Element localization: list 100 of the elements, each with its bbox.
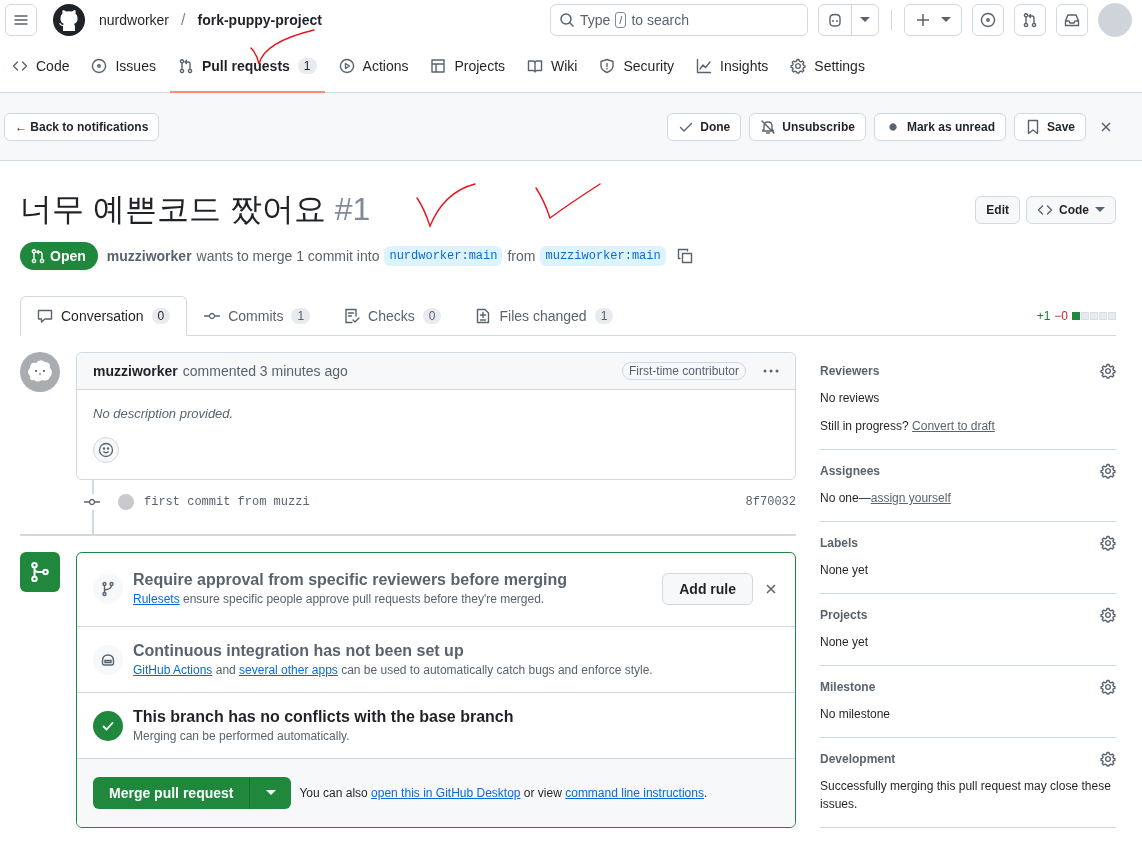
inbox-button[interactable] xyxy=(1056,4,1088,36)
repo-tab[interactable]: Code xyxy=(4,40,78,93)
merge-check-title: Continuous integration has not been set up xyxy=(133,642,465,660)
issue-icon xyxy=(91,57,108,74)
merge-summary: wants to merge 1 commit into xyxy=(196,248,380,264)
gear-icon xyxy=(1100,463,1116,479)
repo-tab[interactable]: Security xyxy=(591,40,683,93)
count-badge: 1 xyxy=(297,57,317,74)
menu-button[interactable] xyxy=(5,4,37,36)
notification-action-button[interactable]: Mark as unread xyxy=(873,112,1006,141)
text-link[interactable]: several other apps xyxy=(239,663,338,677)
author-link[interactable]: muzziworker xyxy=(106,248,192,264)
sidebar-heading[interactable]: Milestone xyxy=(820,680,876,694)
sidebar-text: Still in progress? Convert to draft xyxy=(820,418,996,435)
merge-status-icon xyxy=(20,552,60,592)
copilot-icon xyxy=(827,12,843,28)
pull-requests-button[interactable] xyxy=(1014,4,1046,36)
branch-label[interactable]: muzziworker:main xyxy=(540,246,666,266)
count-badge: 1 xyxy=(594,308,614,324)
sidebar-heading[interactable]: Reviewers xyxy=(820,364,880,378)
checklist-icon xyxy=(344,308,361,324)
reaction-button[interactable] xyxy=(93,437,119,463)
back-button[interactable]: ← Back to notifications xyxy=(4,112,160,141)
merge-summary: from xyxy=(507,248,536,264)
pull-request-icon xyxy=(30,248,46,264)
merge-pull-request-button[interactable]: Merge pull request xyxy=(93,777,250,809)
repo-tab[interactable]: Wiki xyxy=(519,40,586,93)
search-icon xyxy=(559,12,575,28)
sidebar-heading[interactable]: Labels xyxy=(820,536,858,550)
repo-tab[interactable]: Issues xyxy=(83,40,164,93)
merge-check-title: This branch has no conflicts with the base branch xyxy=(133,708,515,726)
branch-label[interactable]: nurdworker:main xyxy=(384,246,503,266)
sidebar-text: Successfully merging this pull request may close these issues. xyxy=(820,778,1112,813)
octocat-logo-icon[interactable] xyxy=(53,4,85,36)
pull-request-tab[interactable]: Commits 1 xyxy=(187,296,328,336)
merge-check-description: Rulesets ensure specific people approve pull requests before they're merged. xyxy=(133,592,546,606)
commit-message[interactable]: first commit from muzzi xyxy=(144,495,310,509)
pull-request-tab[interactable]: Checks 0 xyxy=(327,296,459,336)
success-icon xyxy=(93,710,123,741)
edit-button[interactable]: Edit xyxy=(975,196,1020,224)
menu-icon xyxy=(13,12,29,28)
robot-icon xyxy=(93,644,123,675)
repo-tab[interactable]: Insights xyxy=(688,40,777,93)
search-hint: Type xyxy=(580,12,611,28)
search-field[interactable]: Type / to search xyxy=(550,4,808,36)
commit-sha[interactable]: 8f70032 xyxy=(745,495,796,509)
pull-request-tab[interactable]: Files changed 1 xyxy=(458,296,631,336)
merge-options-button[interactable] xyxy=(249,777,292,809)
text-link[interactable]: Convert to draft xyxy=(912,419,995,433)
sidebar-heading[interactable]: Development xyxy=(820,752,896,766)
repo-tab[interactable]: Settings xyxy=(782,40,873,93)
sidebar-heading[interactable]: Projects xyxy=(820,608,868,622)
open-state-badge: Open xyxy=(20,242,98,270)
repo-tab[interactable]: Actions xyxy=(330,40,417,93)
shortcut-key: / xyxy=(615,12,627,28)
caret-icon xyxy=(265,790,276,796)
gear-icon xyxy=(1100,535,1116,551)
notification-action-button[interactable]: Save xyxy=(1013,112,1086,141)
add-rule-button[interactable]: Add rule xyxy=(662,572,753,605)
count-badge: 1 xyxy=(291,308,311,324)
play-icon xyxy=(338,57,355,74)
book-icon xyxy=(527,57,544,74)
issue-icon xyxy=(980,12,996,28)
comment-body: No description provided. xyxy=(93,406,235,421)
plus-icon xyxy=(915,12,931,28)
create-new-button[interactable] xyxy=(904,4,962,36)
notification-action-button[interactable]: Done xyxy=(667,112,742,141)
copilot-button[interactable] xyxy=(818,4,879,36)
text-link[interactable]: open this in GitHub Desktop xyxy=(371,786,521,800)
repository-link[interactable]: fork-puppy-project xyxy=(197,12,322,28)
notification-action-button[interactable]: Unsubscribe xyxy=(749,112,866,141)
shield-icon xyxy=(599,57,616,74)
repo-tab[interactable]: Projects xyxy=(422,40,514,93)
sidebar-text: No one—assign yourself xyxy=(820,490,952,507)
more-options-icon[interactable] xyxy=(763,369,779,373)
pull-request-tab[interactable]: Conversation 0 xyxy=(20,296,188,336)
bell-off-icon xyxy=(760,118,777,135)
text-link[interactable]: assign yourself xyxy=(870,491,951,505)
sidebar-text: None yet xyxy=(820,634,870,651)
additions-count: +1 xyxy=(1036,308,1051,323)
inbox-icon xyxy=(1064,12,1080,28)
copy-icon[interactable] xyxy=(676,248,693,264)
deletions-count: −0 xyxy=(1054,308,1068,323)
text-link[interactable]: command line instructions xyxy=(565,786,704,800)
comment-icon xyxy=(37,308,53,324)
path-separator: / xyxy=(181,11,186,29)
caret-icon xyxy=(1095,207,1105,213)
count-badge: 0 xyxy=(151,308,171,324)
issues-button[interactable] xyxy=(972,4,1004,36)
code-button[interactable]: Code xyxy=(1026,196,1116,224)
comment-author[interactable]: muzziworker xyxy=(93,363,178,379)
sidebar-heading[interactable]: Assignees xyxy=(820,464,881,478)
text-link[interactable]: Rulesets xyxy=(133,592,180,606)
gear-icon xyxy=(1100,607,1116,623)
file-diff-icon xyxy=(475,308,492,324)
merge-check-description: Merging can be performed automatically. xyxy=(133,729,351,743)
code-icon xyxy=(1037,202,1053,218)
text-link[interactable]: GitHub Actions xyxy=(133,663,213,677)
owner-link[interactable]: nurdworker xyxy=(99,12,170,28)
smiley-icon xyxy=(98,442,114,458)
